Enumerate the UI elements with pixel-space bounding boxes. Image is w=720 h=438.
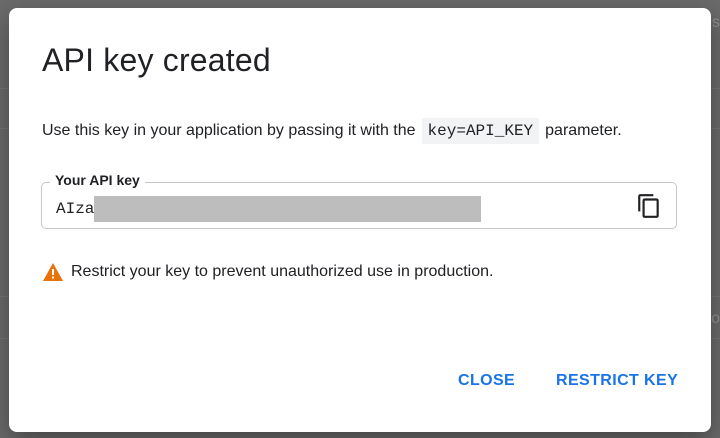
code-snippet: key=API_KEY: [421, 118, 540, 144]
api-key-prefix: AIza: [56, 200, 95, 218]
dialog-description: Use this key in your application by pass…: [42, 118, 622, 144]
api-key-field[interactable]: Your API key AIza: [41, 172, 677, 229]
dialog-title: API key created: [42, 42, 271, 78]
restrict-key-button[interactable]: RESTRICT KEY: [556, 372, 678, 390]
copy-icon[interactable]: [636, 193, 662, 219]
api-key-value[interactable]: AIza: [56, 196, 482, 222]
close-button[interactable]: CLOSE: [458, 372, 515, 390]
api-key-redaction: [94, 196, 482, 222]
api-key-dialog: API key created Use this key in your app…: [9, 8, 711, 432]
warning-icon: [43, 263, 63, 281]
api-key-label: Your API key: [50, 172, 145, 188]
description-text-end: parameter.: [545, 122, 622, 139]
warning-text: Restrict your key to prevent unauthorize…: [71, 263, 494, 280]
description-text: Use this key in your application by pass…: [42, 122, 416, 139]
background-edge-text: o: [711, 310, 720, 327]
warning-message: Restrict your key to prevent unauthorize…: [43, 263, 493, 281]
